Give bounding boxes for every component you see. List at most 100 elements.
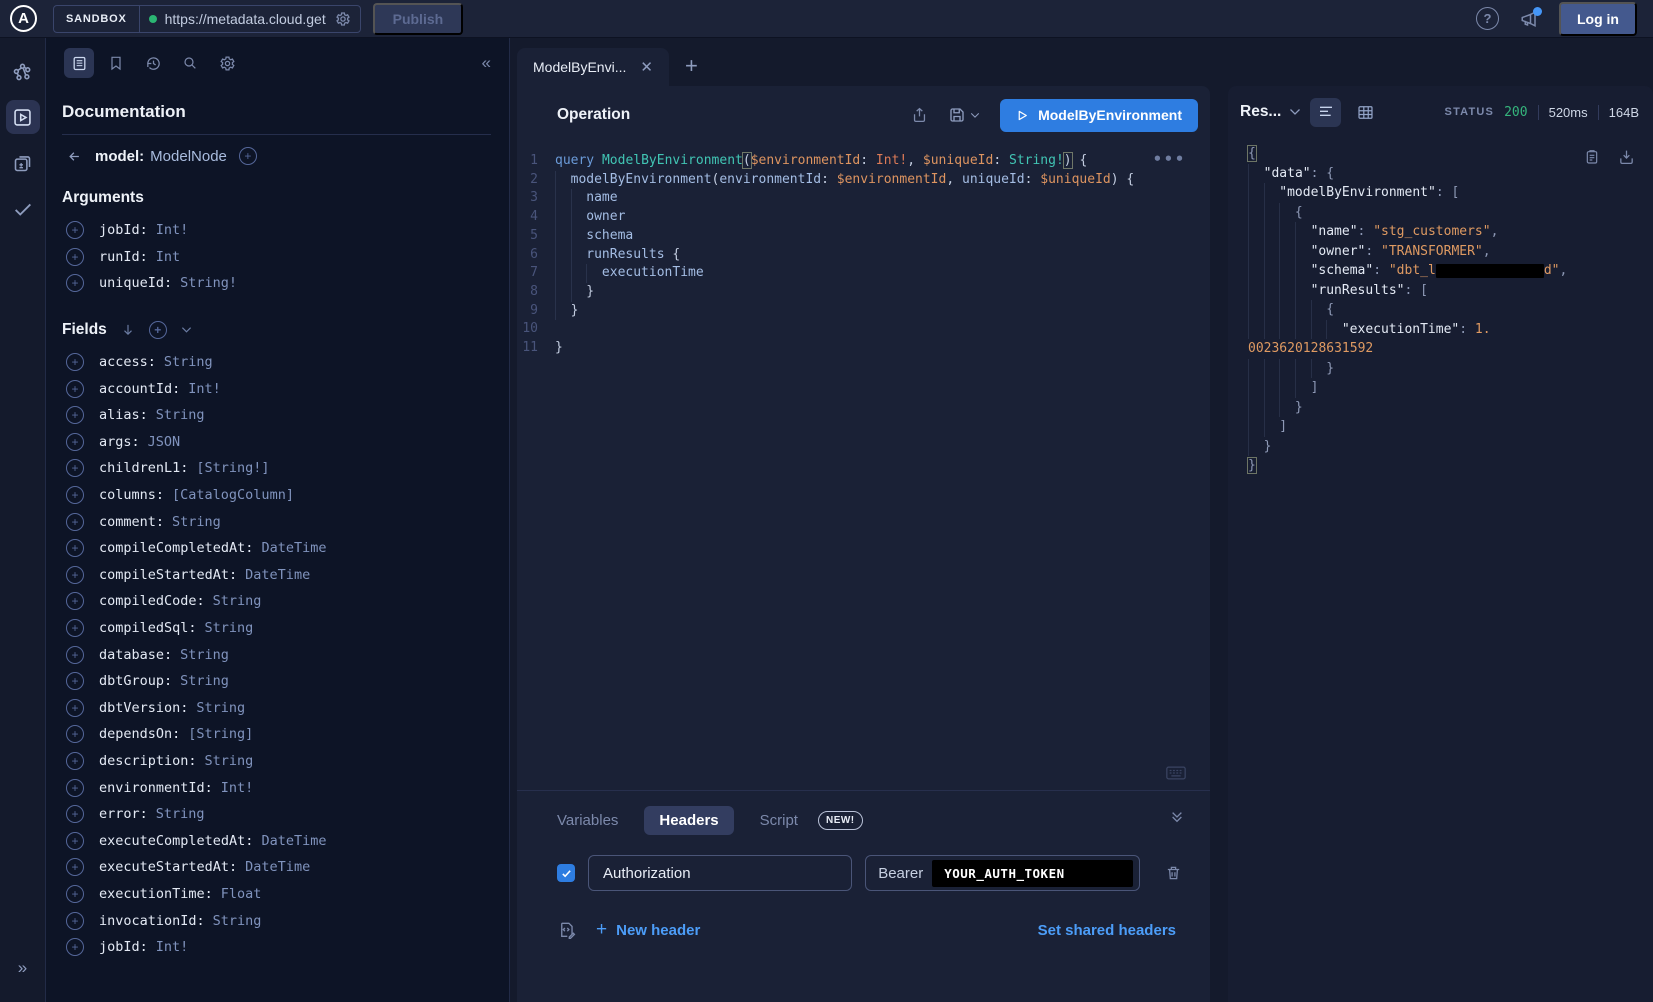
field-type[interactable]: String xyxy=(172,514,221,530)
response-line[interactable]: "schema": "dbt_ld", xyxy=(1248,261,1639,281)
response-line[interactable]: } xyxy=(1248,398,1639,418)
operation-editor[interactable]: ••• 1query ModelByEnvironment($environme… xyxy=(517,144,1210,790)
add-field-icon[interactable]: + xyxy=(66,832,84,850)
field-type[interactable]: Int! xyxy=(156,222,189,238)
field-type[interactable]: JSON xyxy=(148,434,181,450)
add-field-icon[interactable]: + xyxy=(66,459,84,477)
field-type[interactable]: [String] xyxy=(188,726,253,742)
new-header-button[interactable]: + New header xyxy=(596,919,700,941)
help-icon[interactable]: ? xyxy=(1476,7,1499,30)
field-type[interactable]: String xyxy=(205,620,254,636)
code-line[interactable]: 6runResults { xyxy=(517,246,1210,265)
operation-tab[interactable]: ModelByEnvi... ✕ xyxy=(517,48,669,86)
response-line[interactable]: { xyxy=(1248,203,1639,223)
code-line[interactable]: 8} xyxy=(517,283,1210,302)
preflight-script-icon[interactable] xyxy=(557,920,576,940)
field-type[interactable]: String xyxy=(196,700,245,716)
field-type[interactable]: String xyxy=(205,753,254,769)
response-line[interactable]: } xyxy=(1248,437,1639,457)
editor-more-actions-icon[interactable]: ••• xyxy=(1153,150,1186,169)
add-field-icon[interactable]: + xyxy=(66,805,84,823)
response-line[interactable]: } xyxy=(1248,359,1639,379)
add-field-icon[interactable]: + xyxy=(66,539,84,557)
field-type[interactable]: DateTime xyxy=(261,540,326,556)
field-row[interactable]: +dbtVersion:String xyxy=(62,695,491,722)
schema-graph-icon[interactable] xyxy=(6,54,40,88)
endpoint-settings-gear-icon[interactable] xyxy=(335,11,351,27)
field-type[interactable]: DateTime xyxy=(245,859,310,875)
code-line[interactable]: 9} xyxy=(517,302,1210,321)
field-row[interactable]: +executeStartedAt:DateTime xyxy=(62,854,491,881)
publish-button[interactable]: Publish xyxy=(373,3,464,35)
tab-variables[interactable]: Variables xyxy=(557,812,618,829)
fields-options-chevron-icon[interactable] xyxy=(181,326,192,334)
field-type[interactable]: String xyxy=(156,407,205,423)
field-row[interactable]: +dependsOn:[String] xyxy=(62,721,491,748)
add-field-icon[interactable]: + xyxy=(66,619,84,637)
response-line[interactable]: "modelByEnvironment": [ xyxy=(1248,183,1639,203)
add-field-icon[interactable]: + xyxy=(66,566,84,584)
field-type[interactable]: Int! xyxy=(221,780,254,796)
code-line[interactable]: 7executionTime xyxy=(517,264,1210,283)
add-field-icon[interactable]: + xyxy=(66,380,84,398)
field-row[interactable]: +compileCompletedAt:DateTime xyxy=(62,535,491,562)
operation-collections-icon[interactable] xyxy=(6,146,40,180)
code-line[interactable]: 2modelByEnvironment(environmentId: $envi… xyxy=(517,171,1210,190)
argument-row[interactable]: +runId:Int xyxy=(62,244,491,271)
table-view-toggle-icon[interactable] xyxy=(1350,98,1381,127)
response-line[interactable]: "data": { xyxy=(1248,164,1639,184)
add-field-icon[interactable]: + xyxy=(66,513,84,531)
explorer-icon[interactable] xyxy=(6,100,40,134)
response-line[interactable]: "name": "stg_customers", xyxy=(1248,222,1639,242)
add-field-icon[interactable]: + xyxy=(66,353,84,371)
add-field-icon[interactable]: + xyxy=(66,248,84,266)
code-line[interactable]: 1query ModelByEnvironment($environmentId… xyxy=(517,152,1210,171)
delete-header-icon[interactable] xyxy=(1165,864,1182,882)
add-field-icon[interactable]: + xyxy=(66,221,84,239)
expand-rail-icon[interactable]: » xyxy=(0,958,45,978)
response-line[interactable]: 0023620128631592 xyxy=(1248,339,1639,359)
field-type[interactable]: String xyxy=(164,354,213,370)
documentation-tab-icon[interactable] xyxy=(64,48,94,78)
field-row[interactable]: +access:String xyxy=(62,349,491,376)
endpoint-url-wrap[interactable]: https://metadata.cloud.get xyxy=(140,11,360,27)
close-tab-icon[interactable]: ✕ xyxy=(640,58,653,76)
add-field-icon[interactable]: + xyxy=(66,858,84,876)
field-type[interactable]: String xyxy=(213,593,262,609)
tab-headers[interactable]: Headers xyxy=(644,806,733,835)
field-row[interactable]: +dbtGroup:String xyxy=(62,668,491,695)
add-field-icon[interactable]: + xyxy=(66,699,84,717)
field-row[interactable]: +compileStartedAt:DateTime xyxy=(62,562,491,589)
sort-fields-icon[interactable] xyxy=(121,322,135,337)
field-type[interactable]: String! xyxy=(180,275,237,291)
argument-row[interactable]: +uniqueId:String! xyxy=(62,270,491,297)
keyboard-shortcuts-icon[interactable] xyxy=(1166,766,1186,780)
add-field-icon[interactable]: + xyxy=(66,406,84,424)
response-dropdown[interactable]: Res... xyxy=(1240,103,1301,121)
copy-response-icon[interactable] xyxy=(1584,148,1600,166)
new-tab-icon[interactable]: + xyxy=(685,55,698,77)
field-type[interactable]: String xyxy=(180,647,229,663)
field-row[interactable]: +comment:String xyxy=(62,508,491,535)
code-line[interactable]: 3name xyxy=(517,189,1210,208)
download-response-icon[interactable] xyxy=(1618,148,1635,166)
response-line[interactable]: ] xyxy=(1248,417,1639,437)
share-operation-icon[interactable] xyxy=(911,106,928,124)
response-line[interactable]: "owner": "TRANSFORMER", xyxy=(1248,242,1639,262)
field-type[interactable]: [String!] xyxy=(196,460,269,476)
header-name-input[interactable]: Authorization xyxy=(588,855,852,891)
field-type[interactable]: String xyxy=(213,913,262,929)
add-field-icon[interactable]: + xyxy=(66,885,84,903)
field-row[interactable]: +columns:[CatalogColumn] xyxy=(62,482,491,509)
login-button[interactable]: Log in xyxy=(1559,2,1637,36)
add-field-icon[interactable]: + xyxy=(239,147,257,165)
collapse-panel-icon[interactable] xyxy=(1170,811,1184,823)
field-type[interactable]: Int xyxy=(156,249,180,265)
add-field-icon[interactable]: + xyxy=(66,912,84,930)
set-shared-headers-link[interactable]: Set shared headers xyxy=(1038,922,1176,939)
response-line[interactable]: { xyxy=(1248,144,1639,164)
argument-row[interactable]: +jobId:Int! xyxy=(62,217,491,244)
field-row[interactable]: +compiledCode:String xyxy=(62,588,491,615)
code-line[interactable]: 10 xyxy=(517,320,1210,339)
field-row[interactable]: +description:String xyxy=(62,748,491,775)
